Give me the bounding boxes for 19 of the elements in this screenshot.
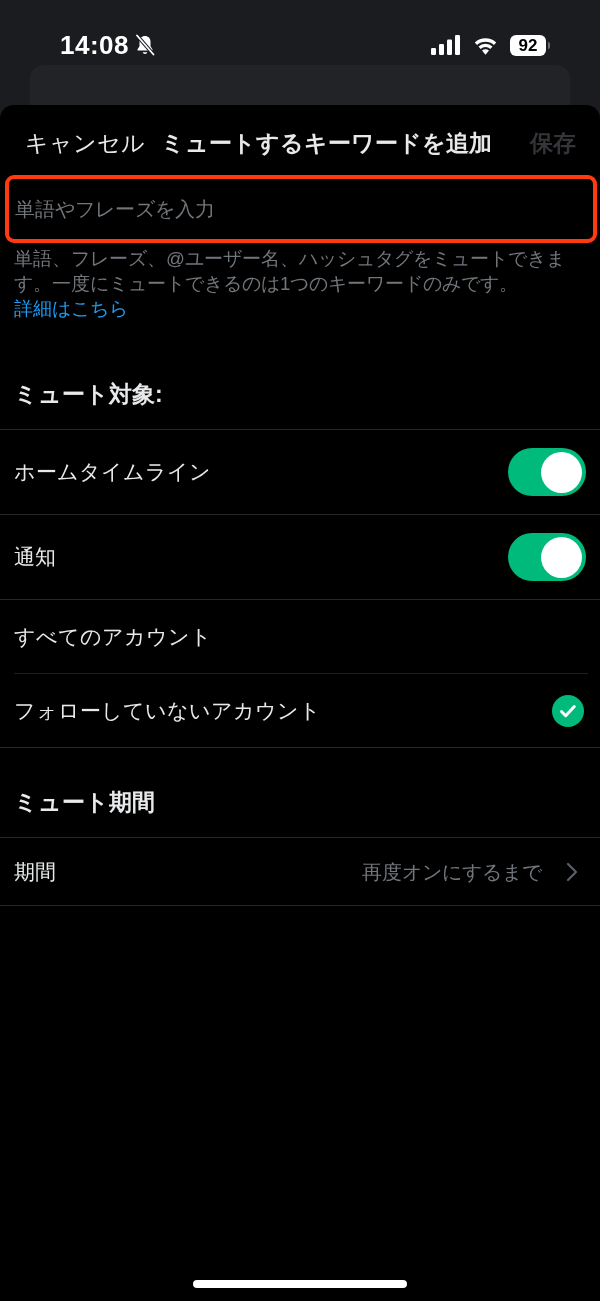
signal-icon	[431, 35, 461, 55]
help-text: 単語、フレーズ、@ユーザー名、ハッシュタグをミュートできます。一度にミュートできるのは1つのキーワードのみです。 詳細はこちら	[13, 247, 566, 321]
learn-more-link[interactable]: 詳細はこちら	[14, 298, 128, 319]
section-heading: ミュート対象:	[13, 380, 164, 409]
period-value: 再度オンにするまで	[362, 859, 542, 885]
cancel-button[interactable]: キャンセル	[25, 128, 145, 158]
option-label[interactable]: すべてのアカウント	[14, 622, 212, 651]
keyword-input-field[interactable]: 単語やフレーズを入力	[5, 175, 597, 243]
chevron-right-icon	[566, 861, 578, 882]
sheet-title: ミュートするキーワードを追加	[161, 129, 492, 158]
toggle-switch[interactable]	[508, 533, 586, 581]
toggle-switch[interactable]	[508, 448, 586, 496]
option-label[interactable]: フォローしていないアカウント	[14, 696, 321, 725]
setting-label: 通知	[14, 544, 56, 570]
setting-label: ホームタイムライン	[14, 459, 211, 485]
setting-label[interactable]: 期間	[14, 857, 56, 886]
section-heading: ミュート期間	[13, 788, 156, 817]
wifi-icon	[473, 35, 498, 55]
status-time: 14:08	[60, 30, 129, 60]
